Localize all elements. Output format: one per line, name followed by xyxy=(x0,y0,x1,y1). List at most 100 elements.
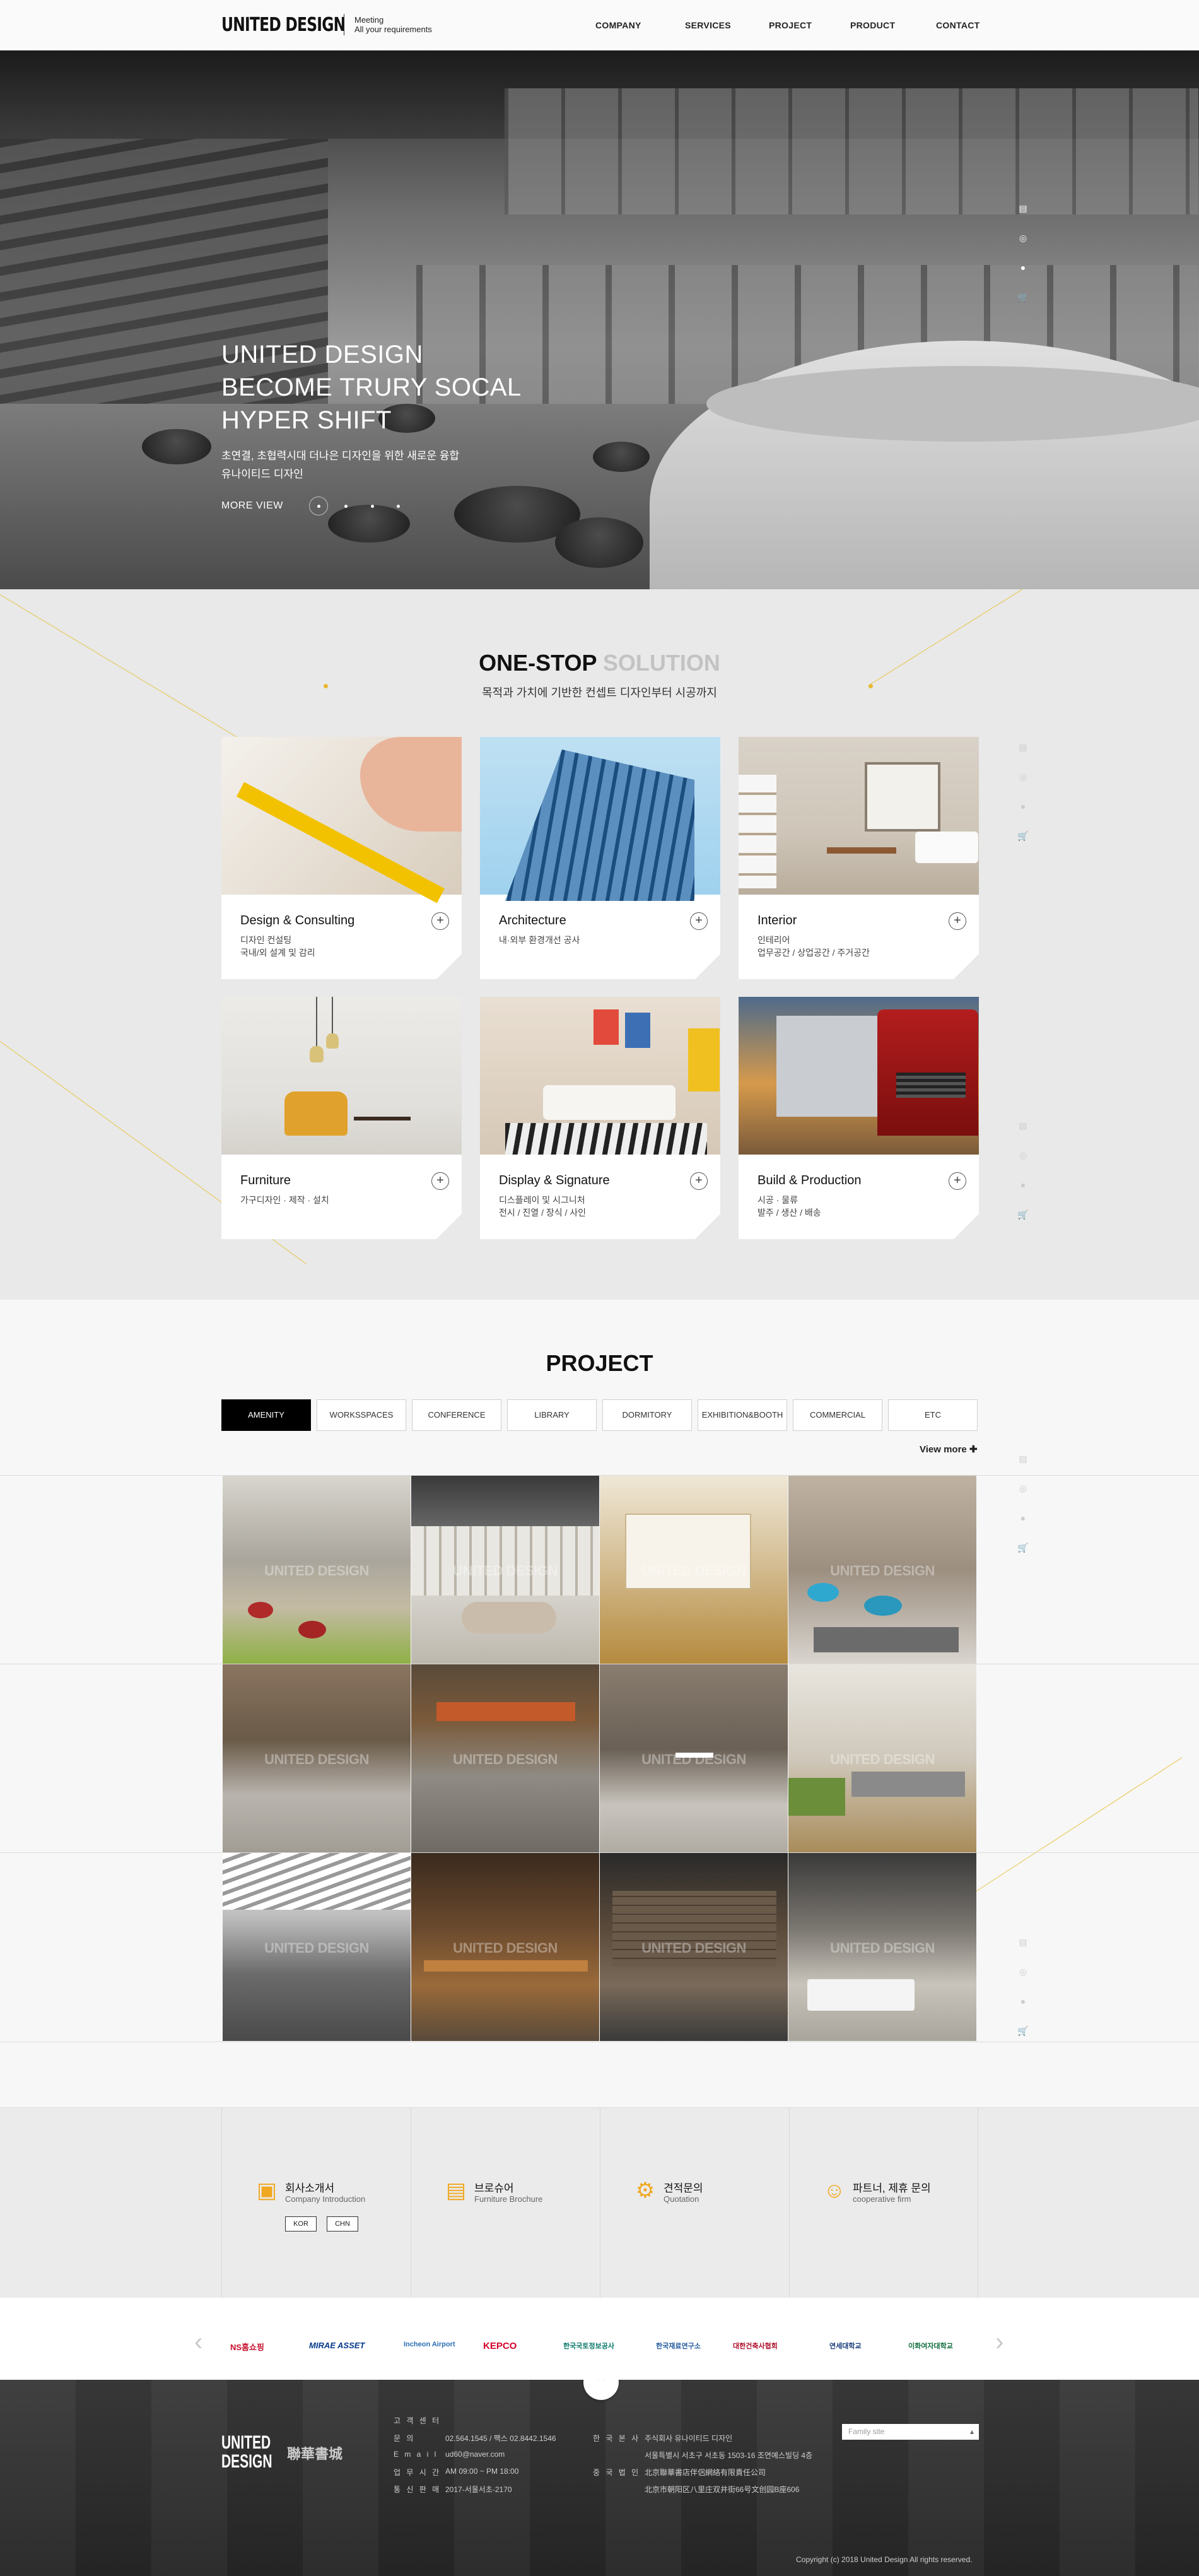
family-site-select[interactable]: Family site ▴ xyxy=(842,2424,979,2440)
more-view-link[interactable]: MORE VIEW xyxy=(221,500,283,512)
project-tile[interactable]: UNITED DESIGN xyxy=(411,1853,599,2041)
chat-icon[interactable]: ● xyxy=(1018,801,1028,811)
instagram-icon[interactable]: ◎ xyxy=(1018,1150,1028,1160)
plus-circle-icon[interactable]: + xyxy=(949,1172,966,1190)
partner-ns-homeshopping[interactable]: NS홈쇼핑 xyxy=(230,2341,264,2353)
info-company-intro[interactable]: ▣ 회사소개서 Company Introduction KOR CHN xyxy=(221,2108,411,2298)
slide-dot-3[interactable] xyxy=(371,505,374,508)
next-arrow-icon[interactable]: › xyxy=(995,2328,1003,2356)
project-tile[interactable]: UNITED DESIGN xyxy=(788,1853,976,2041)
partner-kims[interactable]: 한국재료연구소 xyxy=(656,2341,701,2351)
card-desc-line1: 시공 · 물류 xyxy=(757,1195,798,1205)
kor-button[interactable]: KOR xyxy=(285,2216,317,2232)
partner-kira[interactable]: 대한건축사협회 xyxy=(733,2341,778,2351)
project-tile[interactable]: UNITED DESIGN xyxy=(411,1476,599,1664)
partner-kepco[interactable]: KEPCO xyxy=(483,2341,517,2351)
tab-amenity[interactable]: AMENITY xyxy=(221,1399,311,1431)
cart-icon[interactable]: 🛒 xyxy=(1017,292,1028,302)
partner-mirae-asset[interactable]: MIRAE ASSET xyxy=(309,2341,365,2350)
instagram-icon[interactable]: ◎ xyxy=(1018,1483,1028,1493)
card-title: Architecture xyxy=(499,914,566,927)
footer-value: 北京市朝阳区八里庄双井街66号文创园B座606 xyxy=(645,2485,800,2494)
project-tile[interactable]: UNITED DESIGN xyxy=(788,1664,976,1852)
blog-icon[interactable]: ▤ xyxy=(1018,1937,1028,1947)
footer-email[interactable]: ud60@naver.com xyxy=(445,2450,505,2459)
chat-icon[interactable]: ● xyxy=(1018,1180,1028,1190)
tab-exhibition-booth[interactable]: EXHIBITION&BOOTH xyxy=(698,1399,787,1431)
info-partnership[interactable]: ☺ 파트너, 제휴 문의 cooperative firm xyxy=(789,2108,978,2298)
card-image-furniture xyxy=(221,997,462,1155)
plus-circle-icon[interactable]: + xyxy=(690,1172,708,1190)
nav-contact[interactable]: CONTACT xyxy=(936,20,980,30)
nav-company[interactable]: COMPANY xyxy=(595,20,641,30)
cart-icon[interactable]: 🛒 xyxy=(1017,1209,1028,1220)
info-subtitle: Company Introduction xyxy=(285,2194,366,2204)
card-desc: 시공 · 물류 발주 / 생산 / 배송 xyxy=(757,1194,821,1219)
partner-yonsei[interactable]: 연세대학교 xyxy=(829,2341,862,2351)
tab-library[interactable]: LIBRARY xyxy=(507,1399,597,1431)
nav-project[interactable]: PROJECT xyxy=(769,20,812,30)
view-more-link[interactable]: View more ✚ xyxy=(920,1444,978,1455)
dropdown-arrow-icon: ▴ xyxy=(969,2427,974,2436)
plus-circle-icon[interactable]: + xyxy=(949,912,966,930)
card-desc-line1: 디스플레이 및 시그니처 xyxy=(499,1195,585,1205)
project-tile[interactable]: UNITED DESIGN xyxy=(411,1664,599,1852)
plus-circle-icon[interactable]: + xyxy=(431,1172,449,1190)
tab-etc[interactable]: ETC xyxy=(888,1399,978,1431)
partner-ewha[interactable]: 이화여자대학교 xyxy=(908,2341,953,2351)
instagram-icon[interactable]: ◎ xyxy=(1018,233,1028,243)
service-card-interior[interactable]: Interior 인테리어 업무공간 / 상업공간 / 주거공간 + xyxy=(739,737,979,979)
instagram-icon[interactable]: ◎ xyxy=(1018,772,1028,782)
plus-circle-icon[interactable]: + xyxy=(690,912,708,930)
presentation-icon: ▣ xyxy=(256,2179,278,2203)
cart-icon[interactable]: 🛒 xyxy=(1017,2026,1028,2036)
service-card-build[interactable]: Build & Production 시공 · 물류 발주 / 생산 / 배송 … xyxy=(739,997,979,1239)
project-tile[interactable]: UNITED DESIGN xyxy=(223,1664,411,1852)
card-desc: 디스플레이 및 시그니처 전시 / 진열 / 장식 / 사인 xyxy=(499,1194,586,1219)
service-card-design[interactable]: Design & Consulting 디자인 컨설팅 국내/외 설계 및 감리… xyxy=(221,737,462,979)
hero-subtitle: 초연결, 초협력시대 더나은 디자인을 위한 새로운 융합 유나이티드 디자인 xyxy=(221,447,459,483)
slide-dot-2[interactable] xyxy=(344,505,348,508)
footer-logo-line1: UNITED xyxy=(221,2432,271,2453)
tab-workspaces[interactable]: WORKSSPACES xyxy=(317,1399,406,1431)
chat-icon[interactable]: ● xyxy=(1018,262,1028,273)
tab-dormitory[interactable]: DORMITORY xyxy=(602,1399,692,1431)
blog-icon[interactable]: ▤ xyxy=(1018,1454,1028,1464)
service-card-architecture[interactable]: Architecture 내·외부 환경개선 공사 + xyxy=(480,737,720,979)
slide-dot-1[interactable] xyxy=(317,505,320,508)
chat-icon[interactable]: ● xyxy=(1018,1996,1028,2006)
watermark: UNITED DESIGN xyxy=(264,1940,369,1956)
cart-icon[interactable]: 🛒 xyxy=(1017,831,1028,841)
watermark: UNITED DESIGN xyxy=(830,1751,935,1767)
plus-icon: ✚ xyxy=(969,1444,978,1455)
info-quotation[interactable]: ⚙ 견적문의 Quotation xyxy=(600,2108,789,2298)
blog-icon[interactable]: ▤ xyxy=(1018,1120,1028,1131)
nav-product[interactable]: PRODUCT xyxy=(850,20,895,30)
project-tile[interactable]: UNITED DESIGN xyxy=(600,1664,788,1852)
tab-conference[interactable]: CONFERENCE xyxy=(412,1399,501,1431)
info-title: 회사소개서 xyxy=(285,2182,335,2194)
instagram-icon[interactable]: ◎ xyxy=(1018,1967,1028,1977)
project-tile[interactable]: UNITED DESIGN xyxy=(600,1476,788,1664)
chat-icon[interactable]: ● xyxy=(1018,1513,1028,1523)
watermark: UNITED DESIGN xyxy=(641,1563,746,1579)
nav-services[interactable]: SERVICES xyxy=(685,20,731,30)
plus-circle-icon[interactable]: + xyxy=(431,912,449,930)
service-card-display[interactable]: Display & Signature 디스플레이 및 시그니처 전시 / 진열… xyxy=(480,997,720,1239)
partner-incheon-airport[interactable]: Incheon Airport xyxy=(404,2341,455,2348)
partner-lx[interactable]: 한국국토정보공사 xyxy=(563,2341,614,2351)
blog-icon[interactable]: ▤ xyxy=(1018,203,1028,213)
slide-dot-4[interactable] xyxy=(397,505,400,508)
project-tile[interactable]: UNITED DESIGN xyxy=(788,1476,976,1664)
tab-commercial[interactable]: COMMERCIAL xyxy=(793,1399,882,1431)
cart-icon[interactable]: 🛒 xyxy=(1017,1543,1028,1553)
chn-button[interactable]: CHN xyxy=(327,2216,358,2232)
info-brochure[interactable]: ▤ 브로슈어 Furniture Brochure xyxy=(411,2108,600,2298)
site-logo[interactable]: UNITED DESIGN xyxy=(221,14,346,36)
blog-icon[interactable]: ▤ xyxy=(1018,742,1028,752)
prev-arrow-icon[interactable]: ‹ xyxy=(194,2328,202,2356)
project-tile[interactable]: UNITED DESIGN xyxy=(223,1476,411,1664)
service-card-furniture[interactable]: Furniture 가구디자인 · 제작 · 설치 + xyxy=(221,997,462,1239)
project-tile[interactable]: UNITED DESIGN xyxy=(600,1853,788,2041)
project-tile[interactable]: UNITED DESIGN xyxy=(223,1853,411,2041)
